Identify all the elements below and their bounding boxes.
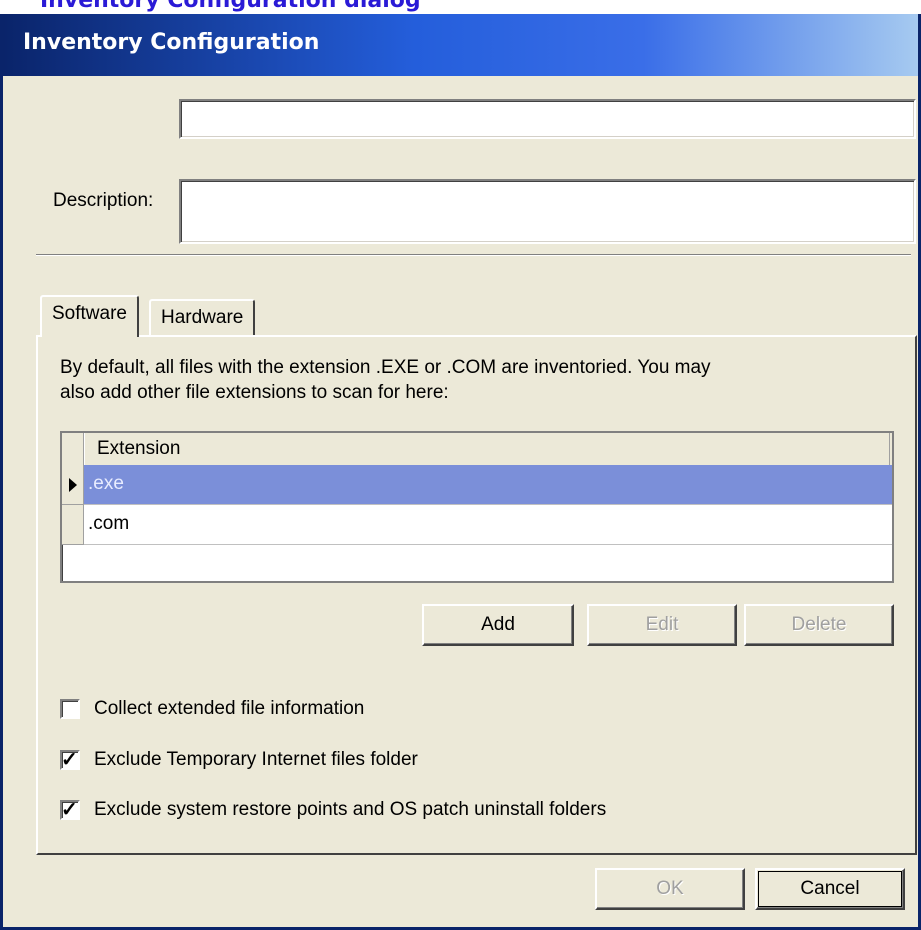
top-caption: Inventory Configuration dialog bbox=[0, 0, 921, 14]
description-label: Description: bbox=[53, 190, 154, 211]
tab-hardware-label: Hardware bbox=[161, 307, 244, 328]
row-indicator[interactable] bbox=[62, 465, 84, 505]
add-button[interactable]: Add bbox=[422, 604, 574, 646]
tab-software-label: Software bbox=[52, 303, 127, 324]
exclude-restore-points-checkbox[interactable]: ✓ bbox=[60, 799, 80, 821]
column-header-extension[interactable]: Extension bbox=[84, 433, 890, 465]
extension-grid[interactable]: Extension .exe .com bbox=[60, 431, 894, 583]
collect-extended-info-label: Collect extended file information bbox=[94, 698, 365, 719]
tab-software[interactable]: Software bbox=[40, 295, 139, 337]
intro-line-1: By default, all files with the extension… bbox=[60, 357, 711, 378]
edit-button[interactable]: Edit bbox=[587, 604, 737, 646]
description-field[interactable] bbox=[179, 179, 916, 244]
row-indicator[interactable] bbox=[62, 505, 84, 545]
current-row-arrow-icon bbox=[69, 478, 77, 492]
exclude-restore-points-label: Exclude system restore points and OS pat… bbox=[94, 799, 607, 820]
checkmark-icon: ✓ bbox=[61, 799, 78, 821]
software-tab-panel: By default, all files with the extension… bbox=[36, 335, 917, 855]
collect-extended-info-checkbox[interactable] bbox=[60, 699, 80, 719]
exclude-temp-internet-label: Exclude Temporary Internet files folder bbox=[94, 749, 418, 770]
checkmark-icon: ✓ bbox=[61, 749, 78, 771]
cancel-button[interactable]: Cancel bbox=[755, 868, 905, 910]
exclude-temp-internet-checkbox[interactable]: ✓ bbox=[60, 749, 80, 771]
delete-button[interactable]: Delete bbox=[744, 604, 894, 646]
separator bbox=[36, 254, 911, 256]
inventory-configuration-dialog: Inventory Configuration Description: Sof… bbox=[0, 14, 921, 930]
top-caption-text: Inventory Configuration dialog bbox=[40, 0, 421, 13]
grid-header-corner bbox=[62, 433, 84, 465]
tab-hardware[interactable]: Hardware bbox=[149, 299, 256, 335]
title-bar[interactable]: Inventory Configuration bbox=[3, 14, 918, 76]
ok-button[interactable]: OK bbox=[595, 868, 745, 910]
extension-cell[interactable]: .exe bbox=[84, 465, 892, 505]
extension-cell[interactable]: .com bbox=[84, 505, 892, 545]
window-title: Inventory Configuration bbox=[23, 30, 320, 55]
table-row[interactable]: .exe bbox=[62, 465, 892, 505]
name-field[interactable] bbox=[179, 99, 916, 139]
table-row[interactable]: .com bbox=[62, 505, 892, 545]
intro-line-2: also add other file extensions to scan f… bbox=[60, 382, 449, 403]
grid-header: Extension bbox=[62, 433, 892, 466]
